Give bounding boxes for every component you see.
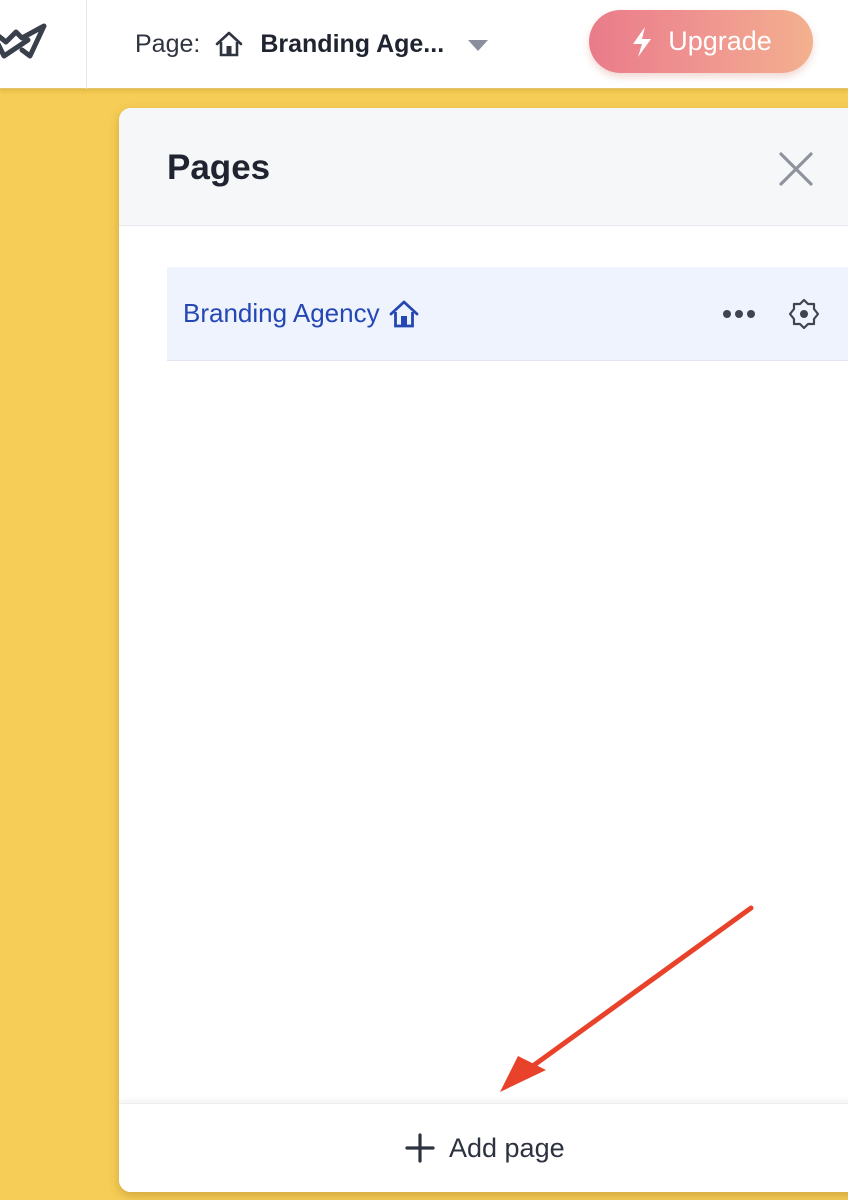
page-prefix-label: Page:	[135, 29, 201, 58]
crown-logo-icon[interactable]	[0, 18, 56, 62]
upgrade-button[interactable]: Upgrade	[589, 10, 813, 73]
plus-icon	[405, 1133, 435, 1163]
add-page-button[interactable]: Add page	[405, 1128, 565, 1168]
topbar-divider	[86, 0, 87, 89]
upgrade-label: Upgrade	[668, 26, 772, 56]
home-icon	[389, 300, 418, 327]
gear-icon[interactable]	[787, 297, 821, 331]
top-bar: Page: Branding Age... Upgrade	[0, 0, 848, 89]
panel-header: Pages	[119, 108, 848, 226]
close-icon[interactable]	[775, 148, 817, 190]
page-name: Branding Agency	[183, 298, 380, 328]
page-selector-dropdown[interactable]: Page: Branding Age...	[135, 24, 489, 64]
home-icon	[216, 31, 243, 57]
more-horizontal-icon[interactable]	[723, 301, 757, 327]
add-page-label: Add page	[449, 1132, 565, 1163]
lightning-icon	[633, 26, 652, 57]
caret-down-icon	[468, 39, 489, 51]
current-page-name: Branding Age...	[260, 29, 445, 58]
panel-title: Pages	[167, 148, 271, 187]
panel-footer: Add page	[119, 1103, 848, 1192]
page-list-item[interactable]: Branding Agency	[167, 267, 848, 361]
pages-panel: Pages Branding Agency Add page	[119, 108, 848, 1192]
